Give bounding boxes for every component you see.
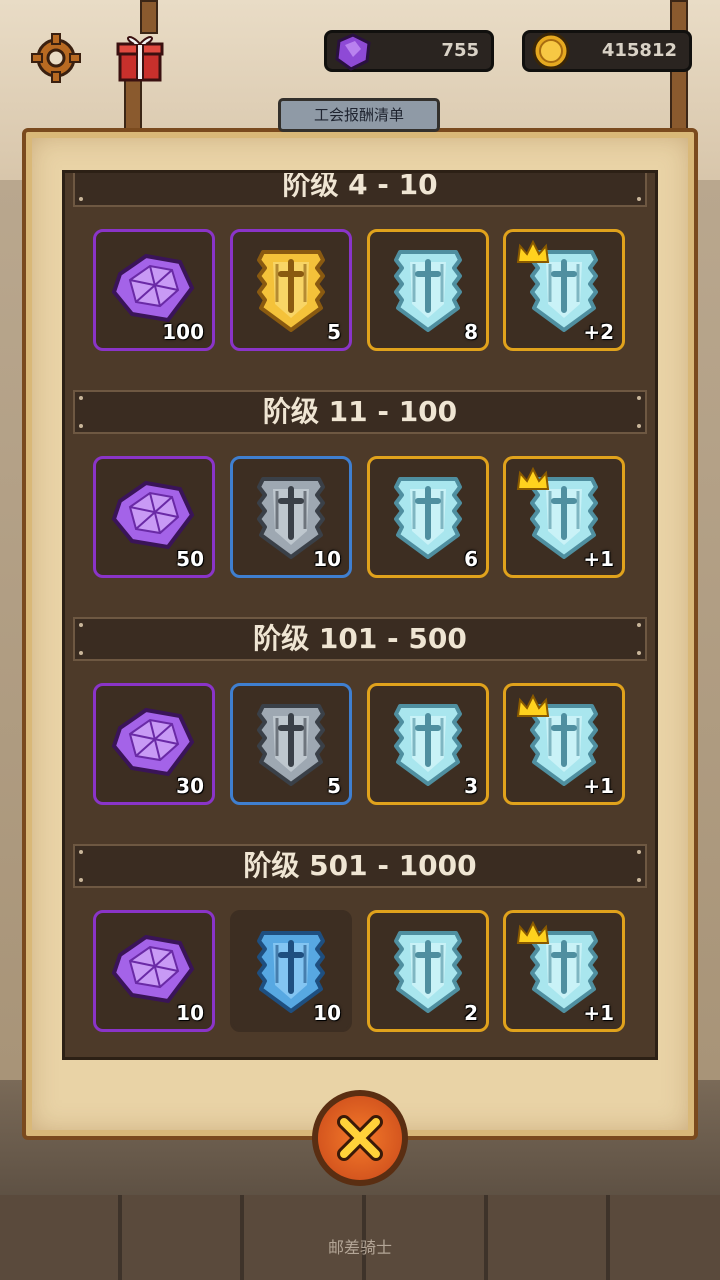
coin-count: 415812 xyxy=(601,40,677,61)
reward-slot[interactable]: 10 xyxy=(93,910,215,1032)
panel-title: 工会报酬清单 xyxy=(278,98,440,132)
reward-quantity: 10 xyxy=(176,1001,204,1025)
tier-reward-list[interactable]: 阶级 4 - 10 100 5 8 +2 阶级 11 - 100 50 10 6… xyxy=(62,170,658,1060)
settings-button[interactable] xyxy=(28,30,84,86)
gear-icon xyxy=(31,33,81,83)
close-button[interactable] xyxy=(312,1090,408,1186)
reward-slot[interactable]: 6 xyxy=(367,456,489,578)
ice-shield-icon xyxy=(394,931,462,1013)
reward-quantity: +1 xyxy=(583,1001,614,1025)
tier-label: 阶级 11 - 100 xyxy=(262,395,458,428)
crown-icon xyxy=(516,240,550,263)
reward-quantity: 50 xyxy=(176,547,204,571)
reward-slot[interactable]: 3 xyxy=(367,683,489,805)
reward-quantity: 10 xyxy=(313,1001,341,1025)
reward-quantity: 6 xyxy=(464,547,478,571)
reward-quantity: 2 xyxy=(464,1001,478,1025)
reward-quantity: 10 xyxy=(313,547,341,571)
reward-quantity: +1 xyxy=(583,547,614,571)
close-icon xyxy=(337,1115,383,1161)
reward-slot[interactable]: 2 xyxy=(367,910,489,1032)
crown-icon xyxy=(516,694,550,717)
ice-shield-icon xyxy=(394,704,462,786)
reward-quantity: 100 xyxy=(162,320,204,344)
reward-slot[interactable]: 5 xyxy=(230,683,352,805)
crown-icon xyxy=(516,921,550,944)
tier-header: 阶级 11 - 100 xyxy=(73,390,647,434)
gold-coin-icon xyxy=(532,32,570,70)
gem-count: 755 xyxy=(441,40,479,61)
coin-counter[interactable]: 415812 xyxy=(522,30,692,72)
tier-header: 阶级 101 - 500 xyxy=(73,617,647,661)
reward-quantity: 5 xyxy=(327,774,341,798)
tier-label: 阶级 501 - 1000 xyxy=(243,849,477,882)
reward-quantity: +2 xyxy=(583,320,614,344)
footer-label: 邮差骑士 xyxy=(327,1238,392,1257)
tier-header: 阶级 4 - 10 xyxy=(73,170,647,207)
tier-label: 阶级 101 - 500 xyxy=(253,622,467,655)
reward-slot[interactable]: 30 xyxy=(93,683,215,805)
ice-shield-icon xyxy=(394,250,462,332)
reward-quantity: 3 xyxy=(464,774,478,798)
silver-shield-icon xyxy=(257,704,325,786)
gem-counter[interactable]: 755 xyxy=(324,30,494,72)
tier-header: 阶级 501 - 1000 xyxy=(73,844,647,888)
reward-slot[interactable]: +1 xyxy=(503,910,625,1032)
reward-quantity: +1 xyxy=(583,774,614,798)
gold-shield-icon xyxy=(257,250,325,332)
reward-slot[interactable]: +1 xyxy=(503,683,625,805)
reward-quantity: 8 xyxy=(464,320,478,344)
ice-shield-icon xyxy=(394,477,462,559)
reward-slot[interactable]: 10 xyxy=(230,910,352,1032)
gift-box-icon xyxy=(116,36,164,82)
reward-slot[interactable]: 5 xyxy=(230,229,352,351)
reward-slot[interactable]: 50 xyxy=(93,456,215,578)
gift-button[interactable] xyxy=(112,28,168,84)
tier-label: 阶级 4 - 10 xyxy=(282,170,438,201)
reward-slot[interactable]: 100 xyxy=(93,229,215,351)
reward-slot[interactable]: 10 xyxy=(230,456,352,578)
reward-quantity: 30 xyxy=(176,774,204,798)
purple-gem-icon xyxy=(335,33,371,71)
crown-icon xyxy=(516,467,550,490)
reward-slot[interactable]: +2 xyxy=(503,229,625,351)
reward-slot[interactable]: 8 xyxy=(367,229,489,351)
reward-quantity: 5 xyxy=(327,320,341,344)
reward-slot[interactable]: +1 xyxy=(503,456,625,578)
